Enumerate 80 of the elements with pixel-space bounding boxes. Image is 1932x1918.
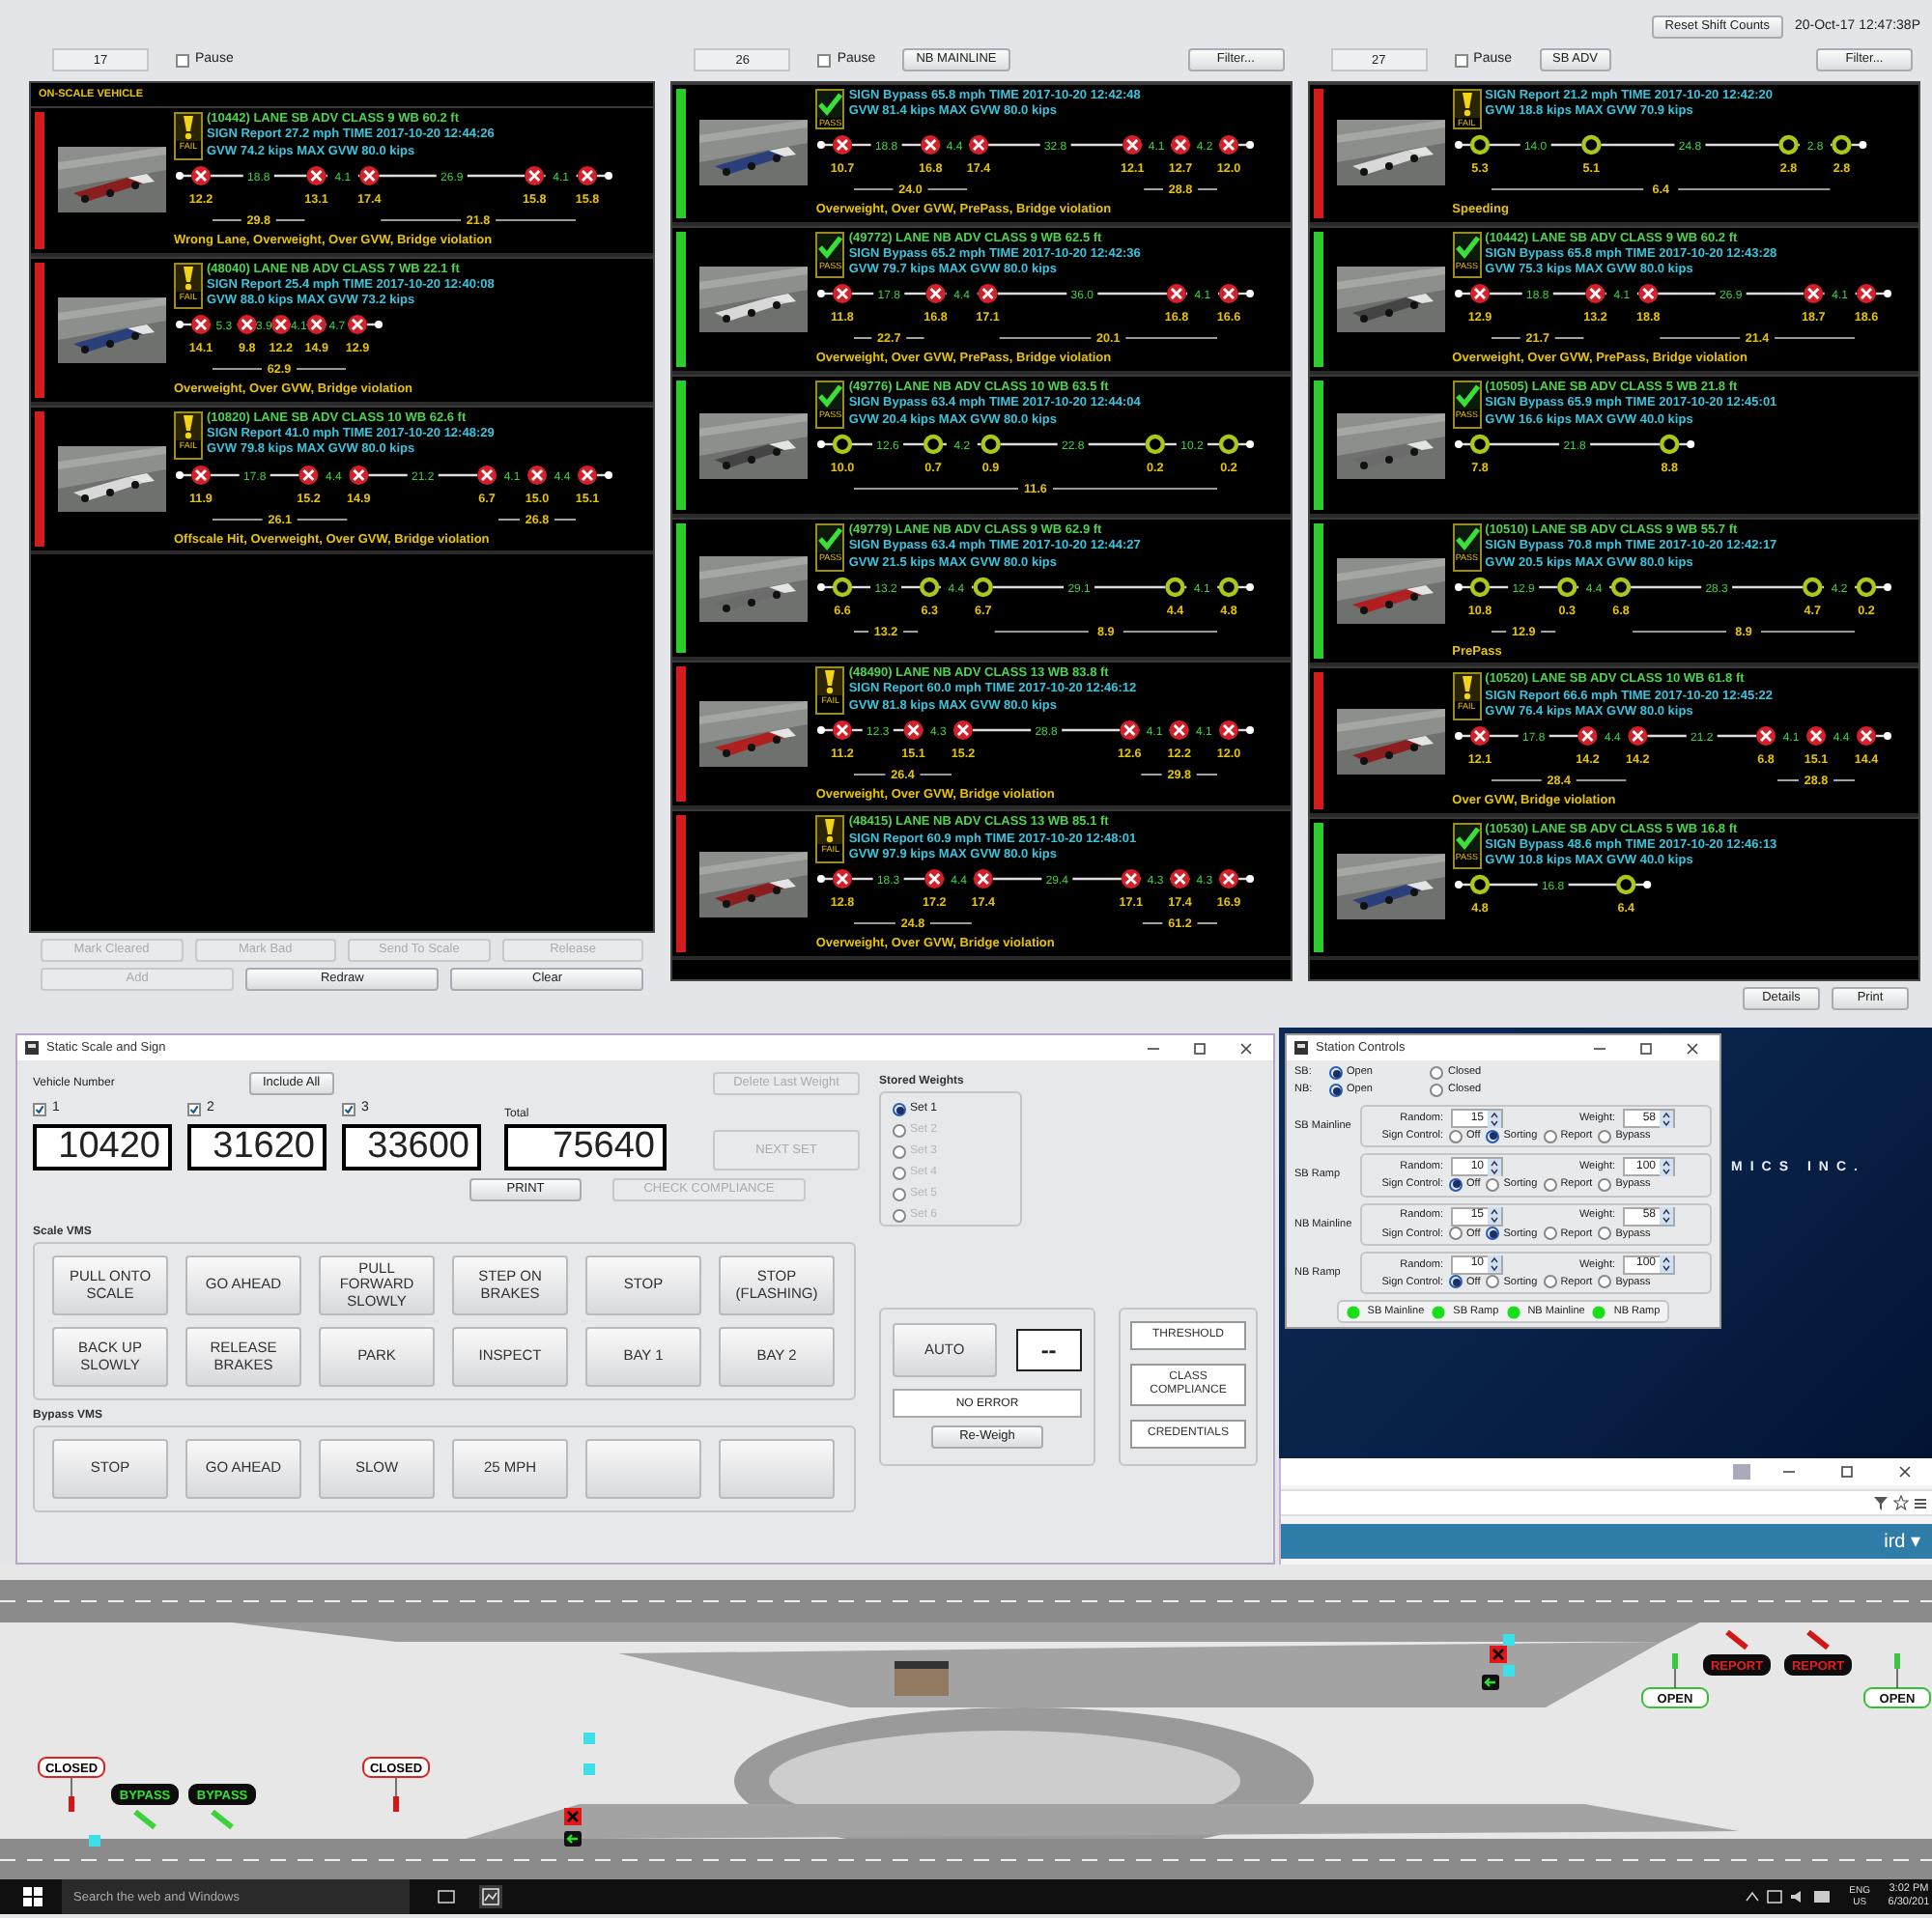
image-icon: [1733, 1464, 1750, 1480]
maximize-icon[interactable]: [1638, 1040, 1654, 1056]
axle-end-icon: [1454, 439, 1463, 448]
spinner-arrows-icon: [1660, 1158, 1673, 1176]
spinner-arrows-icon: [1488, 1110, 1501, 1127]
axle-end-icon: [817, 439, 826, 448]
close-icon[interactable]: [1685, 1040, 1700, 1056]
spinner-arrows-icon: [1660, 1207, 1673, 1225]
checkmark-icon: [189, 1102, 199, 1116]
axle-end-icon: [1454, 881, 1463, 889]
sensor-icon: [89, 1835, 100, 1847]
status-display: --: [1015, 1329, 1082, 1371]
close-icon[interactable]: [1897, 1464, 1913, 1480]
weight-display: 33600: [342, 1124, 481, 1171]
axle-end-icon: [817, 290, 826, 298]
filter-icon[interactable]: [1874, 1496, 1888, 1509]
axle-end-icon: [1858, 141, 1866, 149]
app-icon: [1294, 1041, 1308, 1055]
axle-end-icon: [1454, 732, 1463, 741]
x-signal-icon: [1490, 1646, 1507, 1663]
sensor-icon: [1503, 1665, 1515, 1677]
axle-end-icon: [176, 321, 184, 329]
axle-end-icon: [1246, 141, 1255, 149]
total-display: 75640: [504, 1124, 667, 1171]
star-icon[interactable]: [1893, 1495, 1909, 1510]
spinner-arrows-icon: [1488, 1255, 1501, 1274]
building-icon: [895, 1661, 949, 1696]
maximize-icon[interactable]: [1192, 1040, 1208, 1056]
spinner-arrows-icon: [1488, 1158, 1501, 1176]
sensor-icon: [583, 1763, 595, 1775]
axle-end-icon: [605, 171, 612, 180]
close-icon[interactable]: [1238, 1040, 1254, 1056]
axle-end-icon: [1686, 439, 1694, 448]
axle-end-icon: [176, 171, 184, 180]
axle-end-icon: [605, 470, 612, 479]
arrow-signal-icon: [564, 1831, 582, 1847]
x-signal-icon: [564, 1808, 582, 1825]
app-icon[interactable]: [479, 1885, 502, 1908]
checkmark-icon: [344, 1102, 354, 1116]
axle-end-icon: [1883, 582, 1891, 591]
sign-pole-icon: [1894, 1653, 1900, 1689]
axle-end-icon: [817, 141, 826, 149]
menu-icon[interactable]: [1915, 1496, 1926, 1509]
spinner-arrows-icon: [1488, 1207, 1501, 1225]
axle-end-icon: [1246, 582, 1255, 591]
axle-end-icon: [1246, 290, 1255, 298]
axle-end-icon: [1883, 290, 1891, 298]
axle-end-icon: [1246, 725, 1255, 734]
task-view-icon[interactable]: [437, 1889, 456, 1904]
sign-pole-icon: [133, 1809, 156, 1830]
app-icon: [25, 1041, 39, 1055]
sign-pole-icon: [1725, 1629, 1748, 1650]
axle-end-icon: [176, 470, 184, 479]
spinner-arrows-icon: [1660, 1255, 1673, 1274]
sign-pole-icon: [211, 1809, 234, 1830]
sign-pole-icon: [1806, 1629, 1830, 1650]
axle-end-icon: [1454, 290, 1463, 298]
axle-end-icon: [1246, 439, 1255, 448]
sign-pole-icon: [393, 1776, 399, 1812]
weight-display: 10420: [33, 1124, 172, 1171]
axle-end-icon: [1454, 141, 1463, 149]
axle-end-icon: [1883, 732, 1891, 741]
weight-display: 31620: [187, 1124, 327, 1171]
windows-logo-icon[interactable]: [23, 1887, 43, 1906]
axle-end-icon: [1642, 881, 1651, 889]
sensor-icon: [583, 1733, 595, 1744]
axle-end-icon: [1246, 875, 1255, 884]
axle-end-icon: [375, 321, 383, 329]
sensor-icon: [1503, 1634, 1515, 1646]
axle-end-icon: [817, 875, 826, 884]
maximize-icon[interactable]: [1839, 1464, 1855, 1480]
user-menu[interactable]: ird ▾: [1884, 1527, 1920, 1556]
axle-end-icon: [817, 582, 826, 591]
sign-pole-icon: [1672, 1653, 1678, 1689]
checkmark-icon: [35, 1102, 44, 1116]
spinner-arrows-icon: [1660, 1110, 1673, 1127]
arrow-signal-icon: [1482, 1675, 1499, 1690]
sign-pole-icon: [69, 1776, 74, 1812]
axle-end-icon: [817, 725, 826, 734]
axle-end-icon: [1454, 582, 1463, 591]
